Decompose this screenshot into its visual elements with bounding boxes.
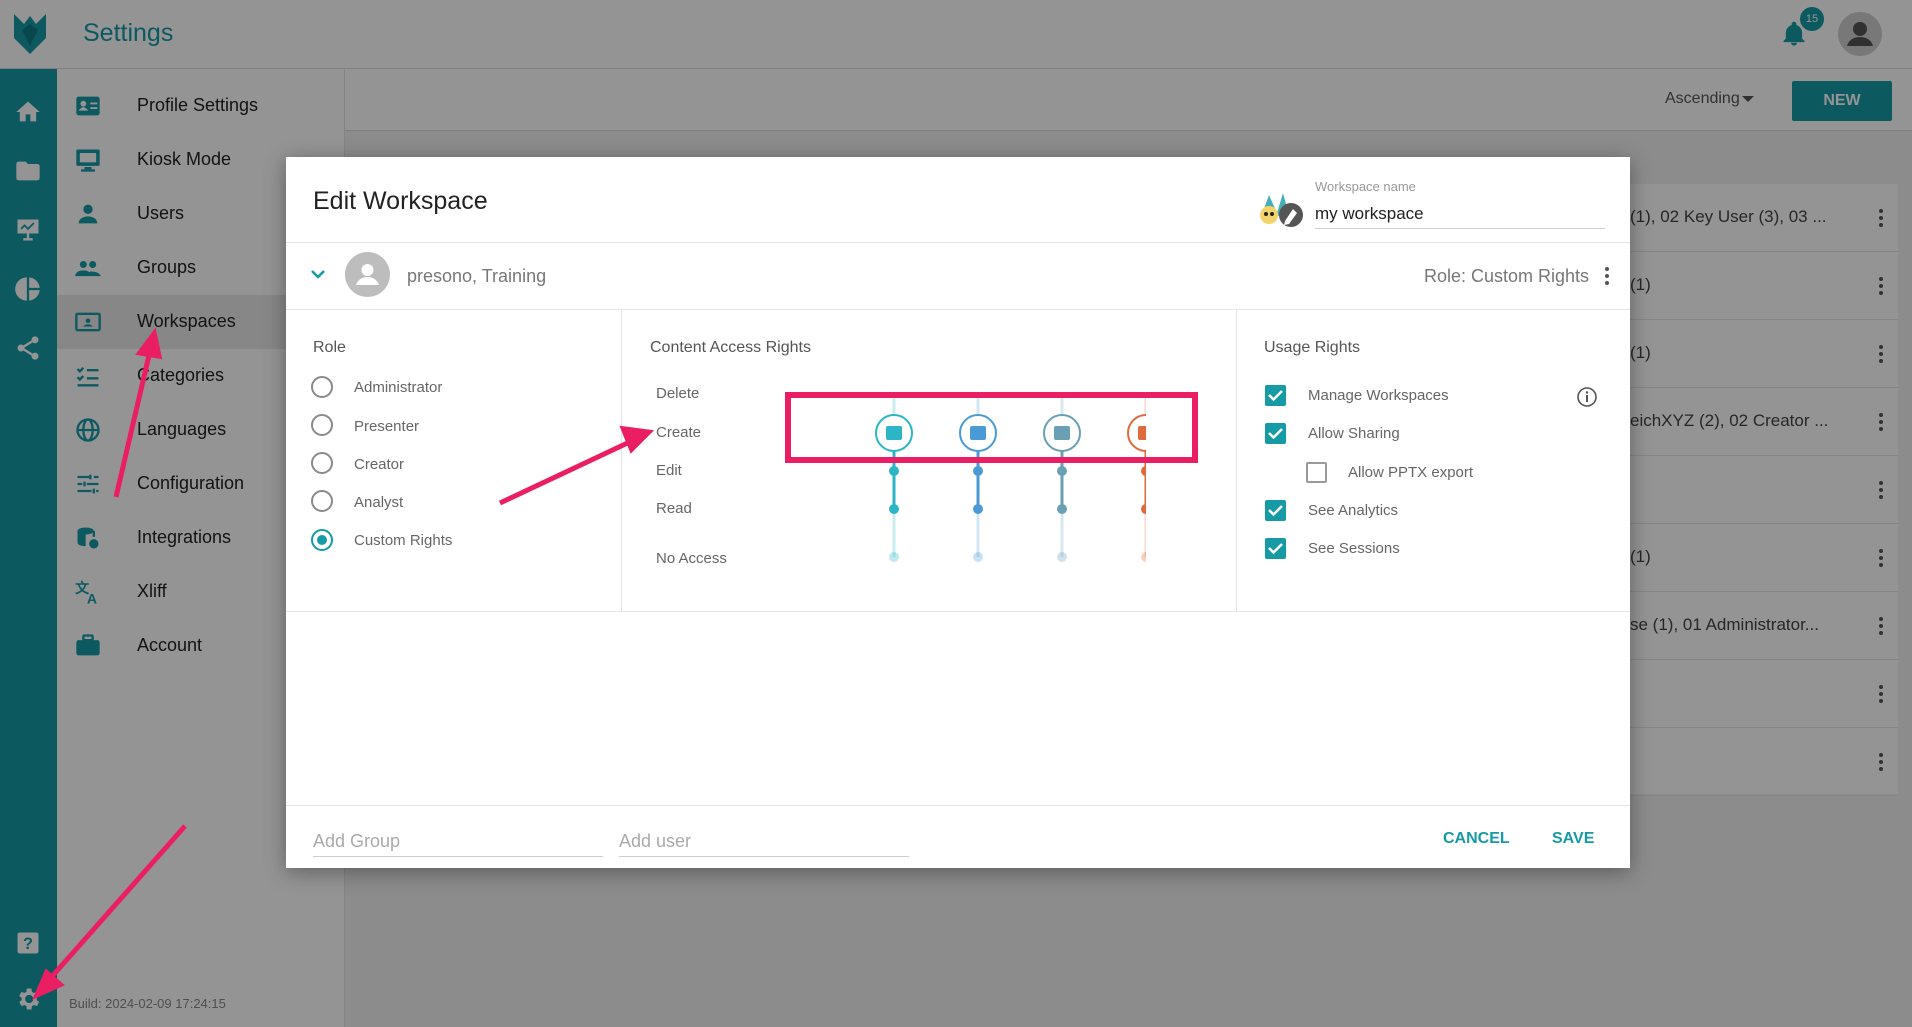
track-stop[interactable]	[973, 552, 983, 562]
track-stop[interactable]	[1141, 504, 1146, 514]
track-stop[interactable]	[973, 504, 983, 514]
radio-label: Analyst	[354, 494, 404, 511]
content-access-title: Content Access Rights	[650, 339, 811, 356]
track-stop[interactable]	[1141, 466, 1146, 476]
track-stop[interactable]	[889, 466, 899, 476]
check-icon	[1268, 505, 1283, 517]
check-icon	[1268, 428, 1283, 440]
user-name: presono, Training	[407, 266, 547, 286]
annotation-highlight-box	[785, 392, 1198, 463]
role-title: Role	[313, 339, 346, 356]
save-button[interactable]: SAVE	[1552, 830, 1594, 848]
dialog-title: Edit Workspace	[313, 187, 488, 215]
checkbox-label: Allow Sharing	[1308, 425, 1400, 442]
divider	[286, 309, 1630, 310]
level-label-delete: Delete	[656, 385, 700, 402]
checkbox-see-analytics[interactable]	[1265, 500, 1286, 521]
column-divider	[621, 310, 622, 611]
check-icon	[1268, 543, 1283, 555]
checkbox-allow-sharing[interactable]	[1265, 423, 1286, 444]
radio-label: Custom Rights	[354, 532, 453, 549]
cancel-button[interactable]: CANCEL	[1443, 830, 1510, 848]
checkbox-allow-pptx-export[interactable]	[1306, 462, 1327, 483]
track-stop[interactable]	[889, 552, 899, 562]
checkbox-see-sessions[interactable]	[1265, 538, 1286, 559]
level-label-create: Create	[656, 424, 702, 441]
radio-presenter[interactable]	[311, 414, 333, 436]
usage-rights-title: Usage Rights	[1264, 339, 1361, 356]
radio-administrator[interactable]	[311, 376, 333, 398]
level-label-read: Read	[656, 500, 692, 517]
checkbox-label: See Analytics	[1308, 502, 1399, 519]
checkbox-label: Allow PPTX export	[1348, 464, 1474, 481]
workspace-name-input[interactable]	[1315, 199, 1605, 229]
more-vert-icon[interactable]	[1600, 264, 1614, 288]
radio-custom-rights[interactable]	[311, 529, 333, 551]
divider	[286, 805, 1630, 806]
column-divider	[1236, 310, 1237, 611]
track-stop[interactable]	[1057, 552, 1067, 562]
track-stop[interactable]	[889, 504, 899, 514]
radio-analyst[interactable]	[311, 490, 333, 512]
radio-creator[interactable]	[311, 452, 333, 474]
workspace-avatar-icon[interactable]	[1257, 187, 1309, 231]
user-avatar	[345, 252, 390, 297]
user-icon	[356, 264, 379, 285]
workspace-name-label: Workspace name	[1315, 179, 1416, 194]
divider	[286, 611, 1630, 612]
chevron-down-icon[interactable]	[310, 267, 326, 281]
add-user-input[interactable]	[619, 827, 909, 857]
edit-workspace-dialog: Edit Workspace Workspace name presono, T…	[286, 157, 1630, 868]
checkbox-label: See Sessions	[1308, 540, 1400, 557]
track-stop[interactable]	[1057, 466, 1067, 476]
user-permission-row: presono, Training Role: Custom Rights	[286, 242, 1630, 309]
info-icon[interactable]	[1576, 386, 1598, 408]
checkbox-manage-workspaces[interactable]	[1265, 385, 1286, 406]
level-label-edit: Edit	[656, 462, 682, 479]
add-group-input[interactable]	[313, 827, 603, 857]
track-stop[interactable]	[973, 466, 983, 476]
track-stop[interactable]	[1141, 552, 1146, 562]
check-icon	[1268, 390, 1283, 402]
track-stop[interactable]	[1057, 504, 1067, 514]
radio-label: Presenter	[354, 418, 420, 435]
level-label-no-access: No Access	[656, 550, 727, 567]
checkbox-label: Manage Workspaces	[1308, 387, 1449, 404]
radio-label: Creator	[354, 456, 405, 473]
radio-label: Administrator	[354, 379, 443, 396]
user-role: Role: Custom Rights	[1424, 266, 1590, 286]
